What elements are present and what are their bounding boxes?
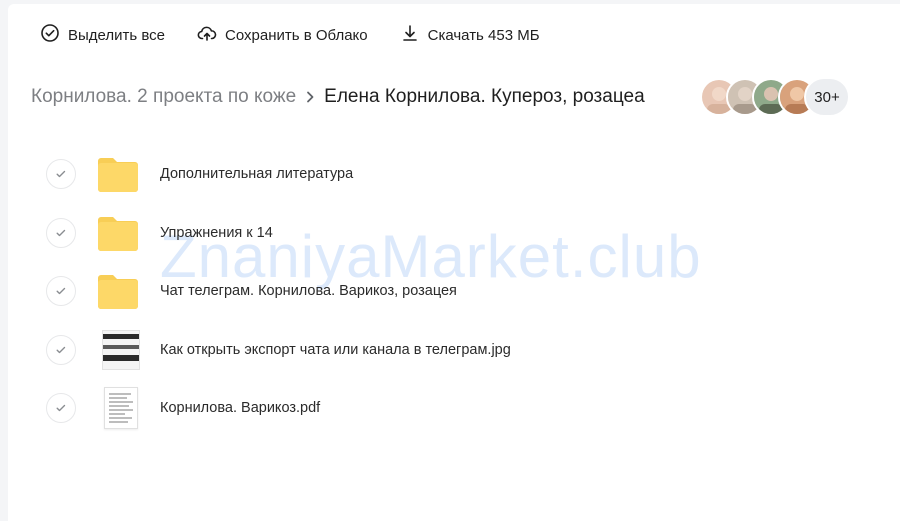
file-name: Как открыть экспорт чата или канала в те…: [160, 341, 511, 358]
text-line: [109, 397, 127, 399]
folder-icon: [96, 211, 140, 255]
file-name: Упражнения к 14: [160, 224, 273, 241]
image-preview: [102, 329, 140, 370]
pdf-preview: [104, 387, 138, 430]
file-list: Дополнительная литература Упражнения к 1…: [46, 145, 866, 438]
image-thumbnail: [96, 328, 140, 372]
checkmark-icon: [56, 405, 66, 412]
breadcrumb-parent-link[interactable]: Корнилова. 2 проекта по коже: [31, 86, 296, 108]
list-item[interactable]: Упражнения к 14: [46, 204, 866, 263]
toolbar: Выделить все Сохранить в Облако Скачать …: [32, 16, 564, 54]
download-icon: [400, 23, 420, 47]
chevron-right-icon: [296, 89, 324, 105]
more-participants-badge[interactable]: 30+: [804, 77, 850, 117]
save-to-cloud-label: Сохранить в Облако: [225, 26, 368, 44]
preview-bar: [103, 344, 139, 349]
text-line: [109, 421, 128, 423]
text-line: [109, 393, 131, 395]
select-checkbox[interactable]: [46, 276, 76, 307]
text-line: [109, 401, 133, 403]
pdf-thumbnail: [96, 386, 140, 430]
checkmark-icon: [56, 171, 66, 178]
list-item[interactable]: Дополнительная литература: [46, 145, 866, 204]
folder-icon: [96, 269, 140, 313]
text-line: [109, 417, 132, 419]
folder-icon: [96, 152, 140, 196]
text-line: [109, 413, 125, 415]
select-all-button[interactable]: Выделить все: [32, 16, 173, 54]
cloud-upload-icon: [197, 23, 217, 47]
list-item[interactable]: Корнилова. Варикоз.pdf: [46, 379, 866, 438]
list-item[interactable]: Чат телеграм. Корнилова. Варикоз, розаце…: [46, 262, 866, 321]
select-checkbox[interactable]: [46, 217, 76, 248]
download-label: Скачать 453 МБ: [427, 26, 540, 44]
breadcrumb-current: Елена Корнилова. Купероз, розацеа: [324, 86, 645, 107]
text-line: [109, 409, 133, 411]
preview-bar: [103, 333, 139, 339]
select-checkbox[interactable]: [46, 334, 76, 365]
file-name: Чат телеграм. Корнилова. Варикоз, розаце…: [160, 283, 457, 300]
file-name: Дополнительная литература: [160, 166, 354, 183]
select-checkbox[interactable]: [46, 159, 76, 190]
breadcrumb: Корнилова. 2 проекта по коже Елена Корни…: [31, 78, 645, 116]
checkmark-icon: [56, 288, 66, 295]
download-button[interactable]: Скачать 453 МБ: [392, 16, 548, 54]
checkmark-icon: [56, 229, 66, 236]
file-name: Корнилова. Варикоз.pdf: [160, 400, 321, 417]
list-item[interactable]: Как открыть экспорт чата или канала в те…: [46, 321, 866, 380]
select-checkbox[interactable]: [46, 393, 76, 424]
save-to-cloud-button[interactable]: Сохранить в Облако: [189, 16, 376, 54]
preview-bar: [103, 354, 139, 361]
checkmark-icon: [56, 346, 66, 353]
participants-avatars[interactable]: 30+: [700, 77, 850, 117]
text-line: [109, 405, 129, 407]
check-circle-icon: [40, 23, 60, 47]
select-all-label: Выделить все: [68, 26, 166, 44]
